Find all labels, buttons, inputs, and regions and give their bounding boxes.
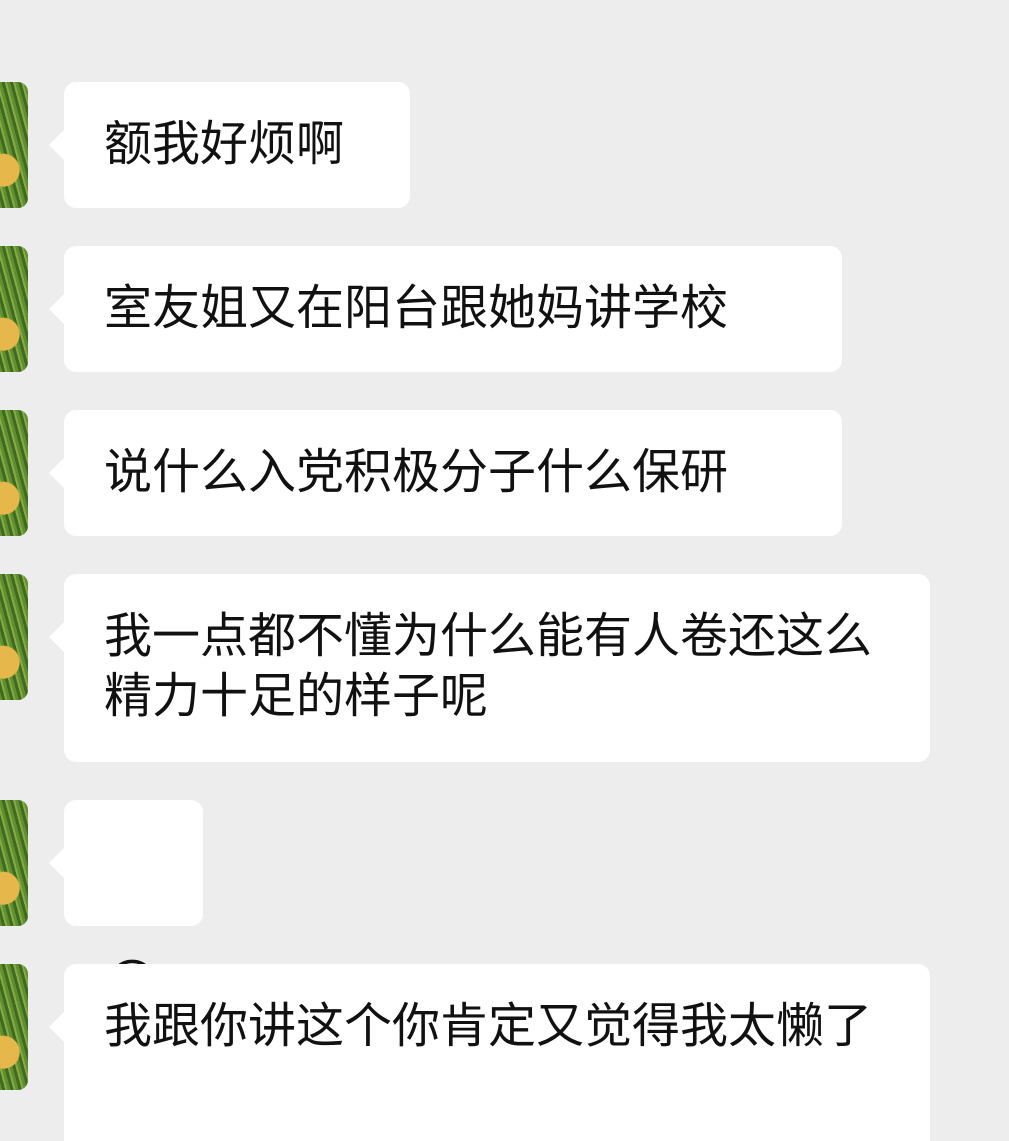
avatar[interactable] [0, 82, 28, 208]
message-bubble[interactable]: 说什么入党积极分子什么保研 [49, 410, 842, 536]
avatar[interactable] [0, 410, 28, 536]
message-bubble[interactable]: 室友姐又在阳台跟她妈讲学校 [49, 246, 842, 372]
message-bubble[interactable]: 我跟你讲这个你肯定又觉得我太懒了 [49, 964, 930, 1141]
avatar[interactable] [0, 246, 28, 372]
message-bubble[interactable]: 我一点都不懂为什么能有人卷还这么精力十足的样子呢 [49, 574, 930, 762]
chat-area: 额我好烦啊 室友姐又在阳台跟她妈讲学校 说什么入党积极分子什么保研 我一点都不懂… [0, 0, 1009, 1141]
message-bubble[interactable]: 😅 [49, 800, 203, 1015]
avatar[interactable] [0, 800, 28, 926]
avatar[interactable] [0, 964, 28, 1090]
message-bubble[interactable]: 额我好烦啊 [49, 82, 410, 208]
avatar[interactable] [0, 574, 28, 700]
